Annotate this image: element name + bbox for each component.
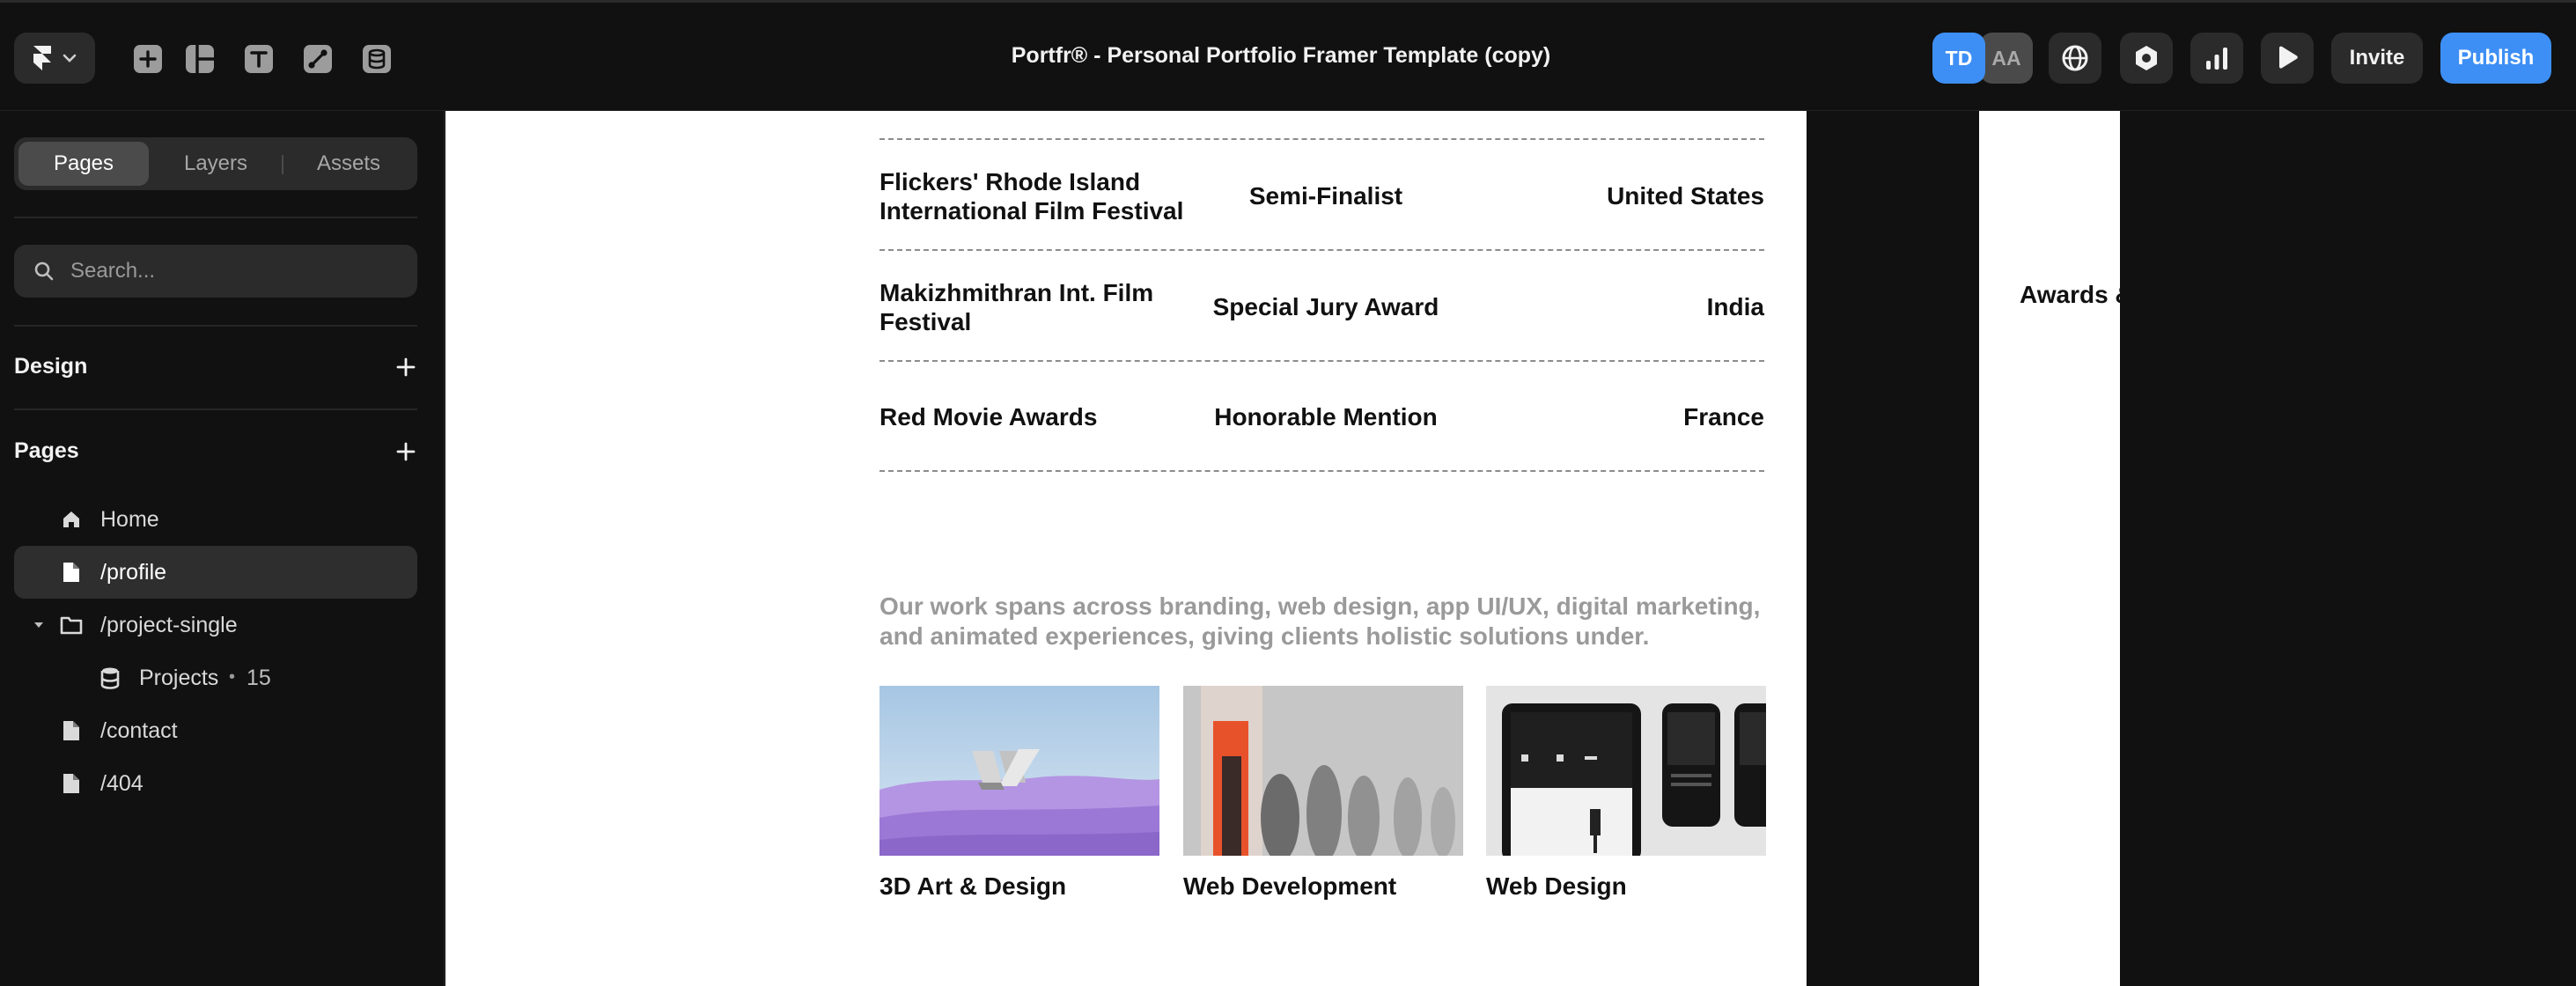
document-title[interactable]: Portfr® - Personal Portfolio Framer Temp… bbox=[0, 43, 2562, 69]
page-item-label: Projects bbox=[139, 665, 219, 690]
page-item-contact[interactable]: /contact bbox=[14, 704, 417, 757]
tab-pages[interactable]: Pages bbox=[18, 142, 149, 186]
avatar[interactable]: AA bbox=[1980, 33, 2033, 84]
page-icon bbox=[60, 719, 83, 742]
collaborator-avatars: TD AA bbox=[1932, 33, 2033, 84]
search-icon bbox=[34, 261, 54, 281]
adjacent-page-frame[interactable]: Awards & bbox=[1979, 111, 2120, 986]
page-item-project-single[interactable]: /project-single bbox=[14, 599, 417, 651]
bar-chart-icon bbox=[2206, 48, 2227, 70]
design-canvas[interactable]: Flickers' Rhode Island International Fil… bbox=[445, 111, 2576, 986]
database-icon bbox=[99, 666, 121, 689]
hexagon-icon bbox=[2136, 46, 2157, 70]
search-box bbox=[14, 245, 417, 298]
service-thumbnail bbox=[1486, 686, 1766, 856]
folder-icon bbox=[60, 614, 83, 636]
award-country[interactable]: India bbox=[1500, 292, 1764, 321]
site-settings-button[interactable] bbox=[2049, 33, 2101, 84]
page-icon bbox=[60, 772, 83, 795]
plus-icon bbox=[396, 442, 416, 461]
page-item-label: /contact bbox=[100, 717, 178, 743]
award-country[interactable]: United States bbox=[1500, 181, 1764, 210]
table-divider bbox=[880, 470, 1764, 472]
divider bbox=[14, 217, 417, 218]
divider bbox=[14, 325, 417, 327]
pages-section-title: Pages bbox=[14, 438, 79, 463]
award-country[interactable]: France bbox=[1500, 402, 1764, 431]
page-item-profile[interactable]: /profile bbox=[14, 546, 417, 599]
tab-assets[interactable]: Assets bbox=[283, 142, 414, 186]
award-title[interactable]: Special Jury Award bbox=[1132, 292, 1520, 321]
page-icon bbox=[60, 561, 83, 584]
left-sidebar: Pages Layers Assets Design Pages Home bbox=[0, 111, 445, 986]
publish-button[interactable]: Publish bbox=[2440, 33, 2551, 84]
awards-heading[interactable]: Awards & bbox=[2020, 281, 2120, 309]
table-divider bbox=[880, 249, 1764, 251]
page-item-label: /project-single bbox=[100, 612, 238, 637]
page-item-404[interactable]: /404 bbox=[14, 757, 417, 810]
plus-icon bbox=[396, 357, 416, 377]
search-input[interactable] bbox=[70, 245, 405, 298]
play-icon bbox=[2279, 46, 2298, 69]
divider bbox=[14, 408, 417, 410]
plugins-button[interactable] bbox=[2120, 33, 2173, 84]
service-thumbnail bbox=[1183, 686, 1463, 856]
item-count: 15 bbox=[247, 665, 271, 690]
globe-icon bbox=[2062, 45, 2088, 71]
page-item-home[interactable]: Home bbox=[14, 493, 417, 546]
home-icon bbox=[60, 508, 83, 531]
service-title: 3D Art & Design bbox=[880, 872, 1067, 900]
add-page-button[interactable] bbox=[393, 438, 419, 465]
services-intro-text[interactable]: Our work spans across branding, web desi… bbox=[880, 592, 1769, 651]
add-design-button[interactable] bbox=[393, 354, 419, 380]
profile-page-frame[interactable]: Flickers' Rhode Island International Fil… bbox=[445, 111, 1807, 986]
service-title: Web Development bbox=[1183, 872, 1397, 900]
service-title: Web Design bbox=[1486, 872, 1627, 900]
top-toolbar: Portfr® - Personal Portfolio Framer Temp… bbox=[0, 0, 2576, 111]
service-thumbnail bbox=[880, 686, 1159, 856]
page-item-label: /404 bbox=[100, 770, 144, 796]
award-title[interactable]: Semi-Finalist bbox=[1132, 181, 1520, 210]
collection-item-projects[interactable]: Projects • 15 bbox=[14, 651, 417, 704]
sidebar-tabs: Pages Layers Assets bbox=[14, 137, 417, 190]
analytics-button[interactable] bbox=[2190, 33, 2243, 84]
page-item-label: Home bbox=[100, 506, 159, 532]
preview-button[interactable] bbox=[2261, 33, 2314, 84]
invite-button[interactable]: Invite bbox=[2331, 33, 2423, 84]
table-divider bbox=[880, 360, 1764, 362]
design-section-title: Design bbox=[14, 354, 88, 379]
separator-dot: • bbox=[229, 667, 236, 687]
caret-down-icon[interactable] bbox=[32, 618, 46, 632]
page-item-label: /profile bbox=[100, 559, 167, 585]
tab-layers[interactable]: Layers bbox=[151, 142, 281, 186]
award-title[interactable]: Honorable Mention bbox=[1132, 402, 1520, 431]
avatar[interactable]: TD bbox=[1932, 33, 1985, 84]
table-divider bbox=[880, 138, 1764, 140]
